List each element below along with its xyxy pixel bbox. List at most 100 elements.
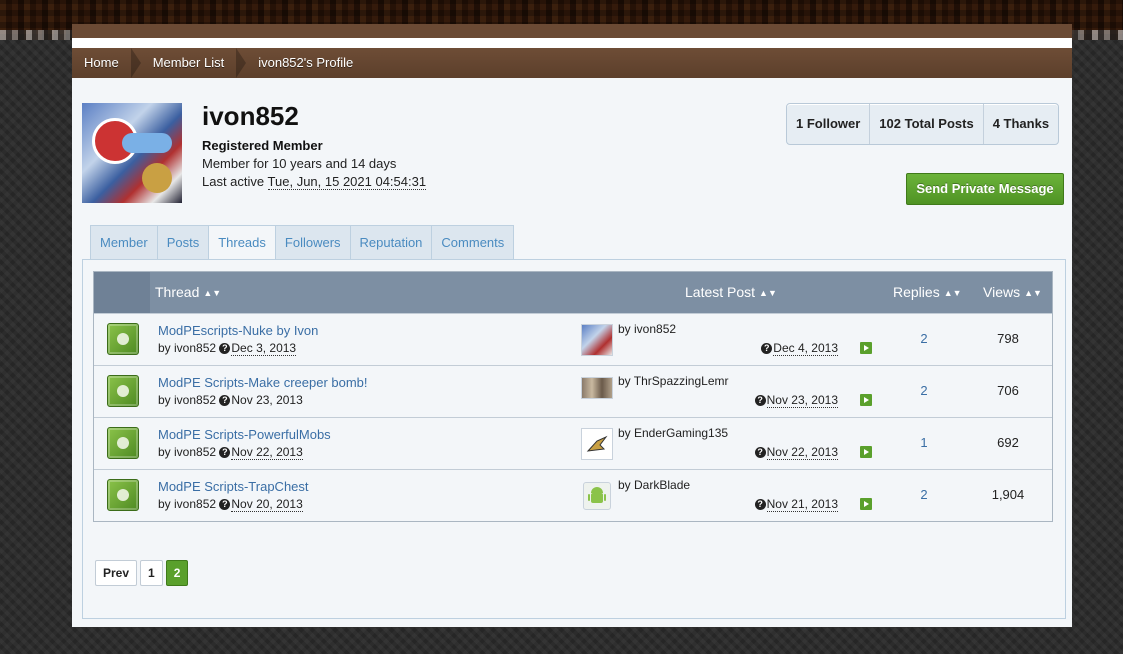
- last-poster-avatar[interactable]: [583, 482, 611, 510]
- user-rank: Registered Member: [202, 138, 323, 153]
- help-icon: ?: [219, 499, 231, 511]
- stat-thanks[interactable]: 4 Thanks: [984, 104, 1058, 144]
- stat-total-posts[interactable]: 102 Total Posts: [870, 104, 984, 144]
- tab-threads[interactable]: Threads: [208, 225, 276, 261]
- thread-meta: by ivon852 ? Nov 22, 2013: [158, 445, 303, 460]
- views-count: 1,904: [991, 487, 1025, 502]
- go-to-last-post-icon[interactable]: [860, 498, 872, 510]
- go-to-last-post-icon[interactable]: [860, 342, 872, 354]
- thread-author[interactable]: by ivon852: [158, 393, 216, 407]
- last-poster-avatar[interactable]: [581, 324, 613, 356]
- sort-icon: ▲▼: [1024, 287, 1042, 298]
- breadcrumb-home[interactable]: Home: [72, 48, 141, 78]
- breadcrumb-member-list[interactable]: Member List: [141, 48, 247, 78]
- last-poster-avatar[interactable]: [581, 377, 613, 399]
- sort-icon: ▲▼: [943, 287, 962, 298]
- thread-status-icon: [107, 427, 139, 459]
- header-icon-column: [94, 272, 150, 313]
- views-count: 706: [997, 383, 1019, 398]
- column-replies-label: Replies: [893, 284, 940, 300]
- thread-title-link[interactable]: ModPE Scripts-PowerfulMobs: [158, 427, 331, 442]
- column-latest-post[interactable]: Latest Post ▲▼: [685, 272, 777, 314]
- column-views-label: Views: [983, 284, 1021, 300]
- tab-comments[interactable]: Comments: [431, 225, 515, 260]
- help-icon: ?: [219, 343, 231, 355]
- page-1-button[interactable]: 1: [140, 560, 163, 586]
- help-icon: ?: [219, 395, 231, 407]
- last-poster[interactable]: by DarkBlade: [618, 478, 690, 492]
- android-icon: [588, 487, 606, 503]
- send-private-message-button[interactable]: Send Private Message: [906, 173, 1064, 205]
- member-duration: Member for 10 years and 14 days: [202, 156, 397, 171]
- last-post-date: ? Nov 23, 2013: [754, 393, 838, 408]
- thread-date: Nov 22, 2013: [231, 445, 303, 460]
- replies-count[interactable]: 2: [874, 487, 974, 502]
- last-poster[interactable]: by ivon852: [618, 322, 676, 336]
- replies-count[interactable]: 2: [874, 383, 974, 398]
- threads-panel: Thread ▲▼ Latest Post ▲▼ Replies ▲▼ Views ▲▼…: [82, 259, 1066, 619]
- go-to-last-post-icon[interactable]: [860, 446, 872, 458]
- thread-icon-cell: [94, 470, 150, 521]
- thread-author[interactable]: by ivon852: [158, 341, 216, 355]
- thread-title-link[interactable]: ModPE Scripts-TrapChest: [158, 479, 309, 494]
- thread-title-link[interactable]: ModPEscripts-Nuke by Ivon: [158, 323, 318, 338]
- thread-meta: by ivon852 ? Nov 23, 2013: [158, 393, 303, 407]
- sort-icon: ▲▼: [203, 287, 222, 298]
- column-thread-label: Thread: [155, 284, 200, 300]
- thread-title-link[interactable]: ModPE Scripts-Make creeper bomb!: [158, 375, 368, 390]
- thread-meta: by ivon852 ? Nov 20, 2013: [158, 497, 303, 512]
- column-latest-label: Latest Post: [685, 284, 756, 300]
- sort-icon: ▲▼: [759, 287, 777, 298]
- tab-member[interactable]: Member: [90, 225, 158, 260]
- tab-reputation[interactable]: Reputation: [349, 225, 433, 260]
- bird-icon: [586, 435, 608, 452]
- table-row: ModPE Scripts-TrapChest by ivon852 ? Nov …: [94, 469, 1052, 521]
- replies-count[interactable]: 2: [874, 331, 974, 346]
- last-post-date-text: Nov 23, 2013: [766, 393, 838, 408]
- help-icon: ?: [754, 395, 766, 407]
- breadcrumb-profile: ivon852's Profile: [258, 55, 354, 70]
- breadcrumb: Home Member List ivon852's Profile: [72, 48, 1072, 78]
- last-post-date: ? Dec 4, 2013: [761, 341, 838, 356]
- thread-date: Nov 23, 2013: [231, 393, 303, 407]
- page-container: Home Member List ivon852's Profile ivon8…: [72, 24, 1072, 627]
- replies-count[interactable]: 1: [874, 435, 974, 450]
- last-post-date-text: Dec 4, 2013: [773, 341, 838, 356]
- stat-followers[interactable]: 1 Follower: [787, 104, 871, 144]
- thread-icon-cell: [94, 418, 150, 469]
- avatar-art: [142, 163, 172, 193]
- tab-posts[interactable]: Posts: [156, 225, 210, 260]
- last-poster-avatar[interactable]: [581, 428, 613, 460]
- column-thread[interactable]: Thread ▲▼: [155, 272, 221, 314]
- tab-followers[interactable]: Followers: [274, 225, 351, 260]
- table-header: Thread ▲▼ Latest Post ▲▼ Replies ▲▼ Views ▲▼: [94, 272, 1052, 313]
- last-poster[interactable]: by ThrSpazzingLemr: [618, 374, 729, 388]
- table-row: ModPE Scripts-Make creeper bomb! by ivon…: [94, 365, 1052, 417]
- profile-stats: 1 Follower 102 Total Posts 4 Thanks: [786, 103, 1060, 145]
- thread-meta: by ivon852 ? Dec 3, 2013: [158, 341, 297, 356]
- table-row: ModPE Scripts-PowerfulMobs by ivon852 ? N…: [94, 417, 1052, 469]
- prev-page-button[interactable]: Prev: [95, 560, 138, 586]
- help-icon: ?: [754, 447, 766, 459]
- help-icon: ?: [761, 343, 773, 355]
- thread-icon-cell: [94, 314, 150, 365]
- pagination: Prev 1 2: [95, 560, 189, 586]
- avatar-art: [122, 133, 172, 153]
- last-poster[interactable]: by EnderGaming135: [618, 426, 728, 440]
- thread-date: Dec 3, 2013: [231, 341, 297, 356]
- thread-icon-cell: [94, 366, 150, 417]
- last-active: Last active Tue, Jun, 15 2021 04:54:31: [202, 174, 427, 190]
- go-to-last-post-icon[interactable]: [860, 394, 872, 406]
- table-row: ModPEscripts-Nuke by Ivon by ivon852 ? De…: [94, 313, 1052, 365]
- thread-author[interactable]: by ivon852: [158, 445, 216, 459]
- last-active-label: Last active: [202, 174, 265, 189]
- help-icon: ?: [754, 499, 766, 511]
- avatar: [82, 103, 182, 203]
- help-icon: ?: [219, 447, 231, 459]
- last-active-date: Tue, Jun, 15 2021 04:54:31: [267, 174, 427, 190]
- thread-author[interactable]: by ivon852: [158, 497, 216, 511]
- column-replies[interactable]: Replies ▲▼: [893, 272, 962, 314]
- column-views[interactable]: Views ▲▼: [983, 272, 1042, 314]
- page-2-button[interactable]: 2: [165, 560, 189, 586]
- last-post-date-text: Nov 22, 2013: [766, 445, 838, 460]
